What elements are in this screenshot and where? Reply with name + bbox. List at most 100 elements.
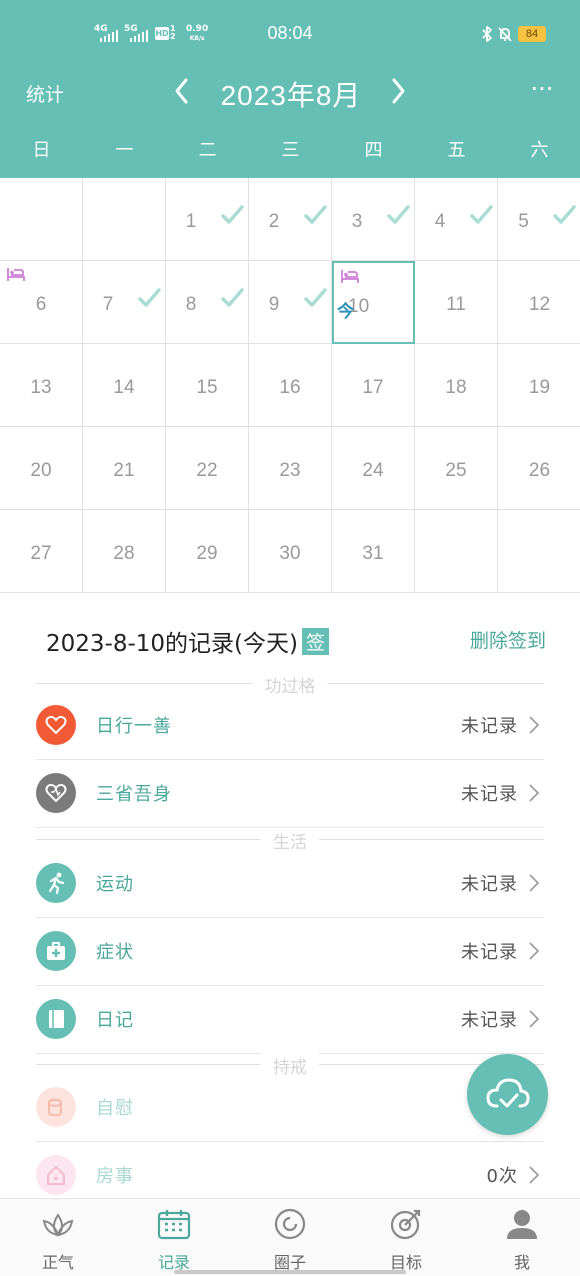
record-date-label: 2023-8-10的记录(今天) (46, 631, 298, 657)
stats-button[interactable]: 统计 (26, 80, 64, 107)
heart-pulse-icon (36, 773, 76, 813)
circle-icon (274, 1208, 306, 1240)
calendar-day-5[interactable]: 5 (498, 178, 580, 261)
day-number: 31 (362, 543, 384, 564)
row-good-deed[interactable]: 日行一善 未记录 (36, 692, 544, 760)
tab-label: 我 (513, 1253, 530, 1272)
chevron-right-icon (529, 784, 540, 802)
weekday-label: 六 (530, 140, 549, 161)
weekday-label: 四 (364, 140, 383, 161)
row-label: 运动 (96, 874, 134, 895)
calendar-day-18[interactable]: 18 (415, 344, 498, 427)
chevron-right-icon (529, 716, 540, 734)
section-divider-merit: 功过格 (36, 672, 544, 697)
calendar-grid: 1 2 3 4 5 6 7 8 9 10 今 11 12 13 14 15 16 17 18 19 20 21 22 23 24… (0, 178, 580, 594)
bluetooth-icon (482, 26, 492, 42)
home-indicator[interactable] (174, 1270, 406, 1274)
weekday-label: 五 (447, 140, 466, 161)
more-menu-button[interactable]: ··· (524, 77, 560, 104)
bottom-tab-bar: 正气 记录 圈子 目标 我 (0, 1198, 580, 1276)
row-status: 未记录 (461, 874, 518, 895)
row-exercise[interactable]: 运动 未记录 (36, 850, 544, 918)
day-number: 25 (445, 460, 467, 481)
person-icon (507, 1210, 537, 1239)
tab-circle[interactable]: 圈子 (232, 1199, 348, 1276)
calendar-day-21[interactable]: 21 (83, 427, 166, 510)
row-diary[interactable]: 日记 未记录 (36, 986, 544, 1054)
heart-icon (36, 705, 76, 745)
calendar-day-26[interactable]: 26 (498, 427, 580, 510)
mute-bell-icon (498, 27, 512, 42)
lotus-icon (42, 1213, 74, 1237)
calendar-day-10[interactable]: 10 今 (332, 261, 415, 344)
cloud-sync-button[interactable] (467, 1054, 548, 1135)
day-number: 29 (196, 543, 218, 564)
weekday-label: 三 (281, 140, 300, 161)
day-number: 15 (196, 377, 218, 398)
calendar-day-9[interactable]: 9 (249, 261, 332, 344)
calendar-day-11[interactable]: 11 (415, 261, 498, 344)
row-reflect[interactable]: 三省吾身 未记录 (36, 760, 544, 828)
chevron-right-icon (529, 942, 540, 960)
calendar-day-14[interactable]: 14 (83, 344, 166, 427)
row-label: 症状 (96, 942, 134, 963)
day-number: 16 (279, 377, 301, 398)
delete-checkin-button[interactable]: 删除签到 (470, 626, 546, 653)
calendar-day-16[interactable]: 16 (249, 344, 332, 427)
calendar-day-28[interactable]: 28 (83, 510, 166, 593)
prev-month-button[interactable] (170, 74, 194, 108)
day-number: 28 (113, 543, 135, 564)
day-number: 14 (113, 377, 135, 398)
calendar-day-17[interactable]: 17 (332, 344, 415, 427)
calendar-day-31[interactable]: 31 (332, 510, 415, 593)
row-label: 三省吾身 (96, 784, 172, 805)
calendar-day-15[interactable]: 15 (166, 344, 249, 427)
weekday-label: 一 (115, 140, 134, 161)
bed-marker-icon (7, 268, 25, 281)
check-icon (553, 205, 576, 224)
next-month-button[interactable] (386, 74, 410, 108)
target-icon (390, 1209, 421, 1240)
section-divider-life: 生活 (36, 828, 544, 853)
bed-marker-icon (341, 270, 359, 283)
calendar-day-29[interactable]: 29 (166, 510, 249, 593)
chevron-right-icon (529, 1166, 540, 1184)
day-number: 21 (113, 460, 135, 481)
day-number: 22 (196, 460, 218, 481)
calendar-day-20[interactable]: 20 (0, 427, 83, 510)
tab-records[interactable]: 记录 (116, 1199, 232, 1276)
calendar-day-13[interactable]: 13 (0, 344, 83, 427)
day-number: 27 (30, 543, 52, 564)
row-status: 未记录 (461, 942, 518, 963)
tab-zhengqi[interactable]: 正气 (0, 1199, 116, 1276)
sign-badge: 签 (301, 628, 329, 655)
record-title: 2023-8-10的记录(今天) 签 (46, 624, 329, 658)
row-label: 房事 (96, 1166, 134, 1187)
weekday-label: 二 (198, 140, 217, 161)
tab-me[interactable]: 我 (464, 1199, 580, 1276)
tab-goals[interactable]: 目标 (348, 1199, 464, 1276)
row-label: 自慰 (96, 1098, 134, 1119)
row-status: 未记录 (461, 716, 518, 737)
calendar-day-22[interactable]: 22 (166, 427, 249, 510)
row-status: 未记录 (461, 784, 518, 805)
calendar-day-24[interactable]: 24 (332, 427, 415, 510)
calendar-day-12[interactable]: 12 (498, 261, 580, 344)
check-icon (304, 288, 327, 307)
section-divider-precepts: 持戒 (36, 1053, 544, 1078)
chevron-right-icon (529, 874, 540, 892)
notebook-icon (36, 999, 76, 1039)
calendar-day-30[interactable]: 30 (249, 510, 332, 593)
calendar-day-25[interactable]: 25 (415, 427, 498, 510)
calendar-empty-cell (415, 510, 498, 593)
row-symptom[interactable]: 症状 未记录 (36, 918, 544, 986)
calendar-day-23[interactable]: 23 (249, 427, 332, 510)
calendar-day-19[interactable]: 19 (498, 344, 580, 427)
day-number: 11 (446, 294, 466, 315)
calendar-day-27[interactable]: 27 (0, 510, 83, 593)
calendar-empty-cell (498, 510, 580, 593)
day-number: 17 (362, 377, 384, 398)
row-status: 0次 (486, 1166, 518, 1187)
cloud-check-icon (486, 1078, 530, 1108)
row-label: 日行一善 (96, 716, 172, 737)
